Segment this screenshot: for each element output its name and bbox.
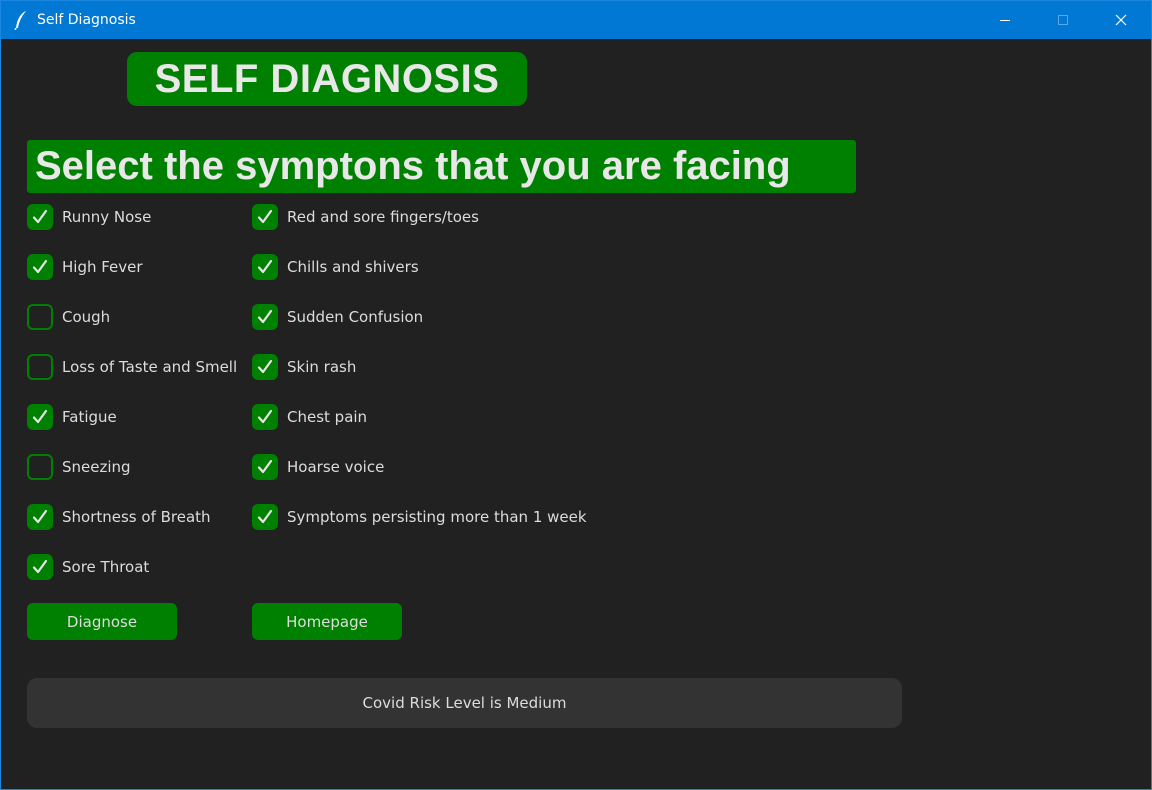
- page-title: SELF DIAGNOSIS: [154, 56, 500, 101]
- title-bar: Self Diagnosis: [1, 1, 1151, 39]
- symptom-checkbox[interactable]: Symptoms persisting more than 1 week: [252, 502, 587, 532]
- page-title-box: SELF DIAGNOSIS: [127, 52, 527, 106]
- risk-level-text: Covid Risk Level is Medium: [362, 694, 567, 712]
- symptom-checkbox[interactable]: Hoarse voice: [252, 452, 384, 482]
- symptom-checkbox[interactable]: Sudden Confusion: [252, 302, 423, 332]
- checkbox-unchecked-icon[interactable]: [27, 304, 53, 330]
- main-content: SELF DIAGNOSIS Select the symptons that …: [1, 39, 1151, 789]
- feather-icon: [13, 10, 29, 31]
- symptom-label: Fatigue: [62, 408, 117, 426]
- symptom-checkbox[interactable]: Chest pain: [252, 402, 367, 432]
- symptom-checkbox[interactable]: Skin rash: [252, 352, 356, 382]
- checkbox-checked-icon[interactable]: [27, 404, 53, 430]
- symptom-checkbox[interactable]: Red and sore fingers/toes: [252, 202, 479, 232]
- checkbox-checked-icon[interactable]: [252, 204, 278, 230]
- symptom-label: High Fever: [62, 258, 143, 276]
- checkbox-unchecked-icon[interactable]: [27, 454, 53, 480]
- symptom-checkbox[interactable]: Sneezing: [27, 452, 131, 482]
- result-panel: Covid Risk Level is Medium: [27, 678, 902, 728]
- symptom-label: Red and sore fingers/toes: [287, 208, 479, 226]
- checkbox-checked-icon[interactable]: [27, 204, 53, 230]
- instructions-text: Select the symptons that you are facing: [35, 144, 791, 188]
- maximize-button[interactable]: [1040, 1, 1086, 39]
- symptom-label: Loss of Taste and Smell: [62, 358, 238, 376]
- instructions-banner: Select the symptons that you are facing: [27, 140, 856, 193]
- checkbox-checked-icon[interactable]: [252, 504, 278, 530]
- symptom-label: Chest pain: [287, 408, 368, 426]
- symptom-checkbox[interactable]: High Fever: [27, 252, 143, 282]
- symptom-label: Sneezing: [62, 458, 131, 476]
- homepage-button[interactable]: Homepage: [252, 603, 402, 640]
- diagnose-button[interactable]: Diagnose: [27, 603, 177, 640]
- symptom-label: Cough: [62, 308, 111, 326]
- symptom-checkbox[interactable]: Runny Nose: [27, 202, 151, 232]
- symptom-label: Sudden Confusion: [287, 308, 424, 326]
- checkbox-checked-icon[interactable]: [27, 254, 53, 280]
- symptom-checkbox[interactable]: Cough: [27, 302, 110, 332]
- symptom-checkbox[interactable]: Fatigue: [27, 402, 117, 432]
- symptom-checkbox[interactable]: Chills and shivers: [252, 252, 419, 282]
- checkbox-checked-icon[interactable]: [252, 454, 278, 480]
- checkbox-checked-icon[interactable]: [27, 504, 53, 530]
- checkbox-checked-icon[interactable]: [27, 554, 53, 580]
- symptom-label: Symptoms persisting more than 1 week: [287, 508, 587, 526]
- symptom-label: Runny Nose: [62, 208, 152, 226]
- symptom-label: Skin rash: [287, 358, 357, 376]
- checkbox-checked-icon[interactable]: [252, 354, 278, 380]
- checkbox-unchecked-icon[interactable]: [27, 354, 53, 380]
- symptom-label: Hoarse voice: [287, 458, 385, 476]
- checkbox-checked-icon[interactable]: [252, 304, 278, 330]
- close-button[interactable]: [1098, 1, 1144, 39]
- checkbox-checked-icon[interactable]: [252, 404, 278, 430]
- symptom-label: Chills and shivers: [287, 258, 419, 276]
- symptom-label: Sore Throat: [62, 558, 150, 576]
- window-title: Self Diagnosis: [37, 12, 136, 28]
- checkbox-checked-icon[interactable]: [252, 254, 278, 280]
- symptom-checkbox[interactable]: Sore Throat: [27, 552, 149, 582]
- symptom-checkbox[interactable]: Loss of Taste and Smell: [27, 352, 237, 382]
- symptom-label: Shortness of Breath: [62, 508, 211, 526]
- app-window: Self Diagnosis SELF DIAGNOSIS Select the…: [0, 0, 1152, 790]
- symptom-checkbox[interactable]: Shortness of Breath: [27, 502, 211, 532]
- minimize-button[interactable]: [982, 1, 1028, 39]
